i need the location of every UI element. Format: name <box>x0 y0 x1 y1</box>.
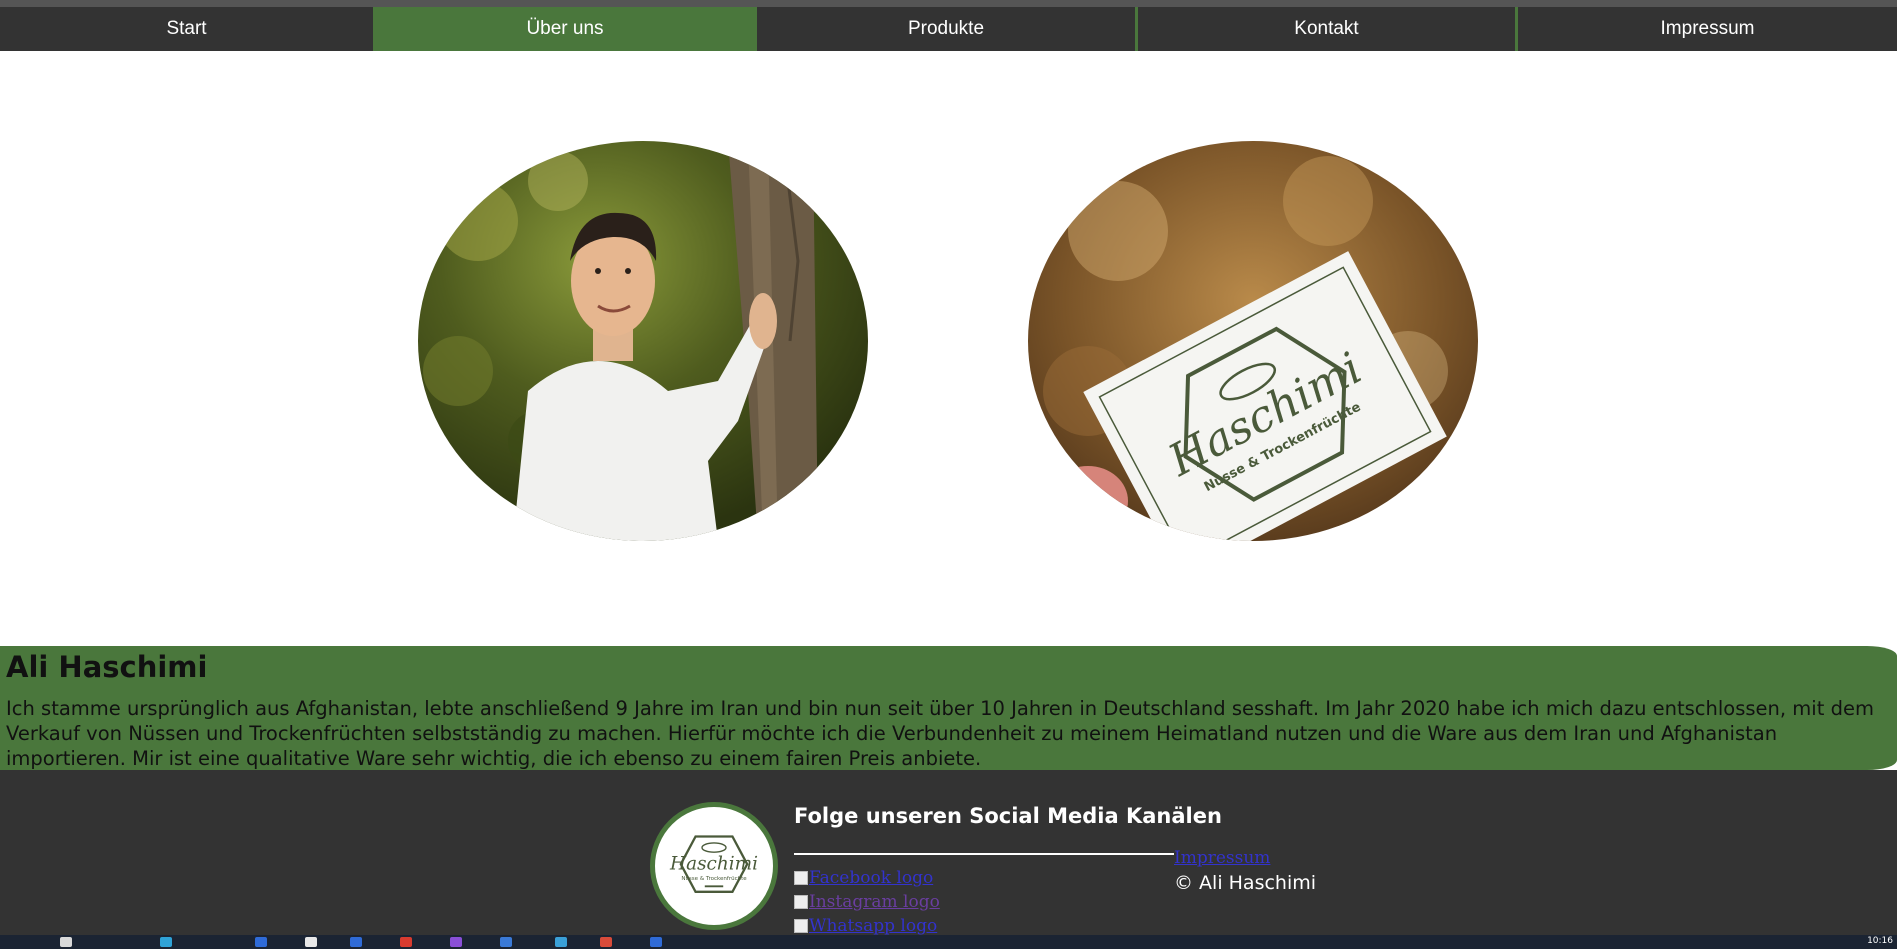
about-section: Ali Haschimi Ich stamme ursprünglich aus… <box>0 646 1897 770</box>
nav-item-produkte[interactable]: Produkte <box>757 7 1135 51</box>
business-card-photo: Haschimi Nüsse & Trockenfrüchte <box>1028 141 1478 541</box>
nav-item-kontakt[interactable]: Kontakt <box>1135 7 1515 51</box>
main-navigation: Start Über uns Produkte Kontakt Impressu… <box>0 7 1897 51</box>
whatsapp-link-row: Whatsapp logo <box>794 916 937 936</box>
instagram-link[interactable]: Instagram logo <box>809 892 940 912</box>
broken-image-icon <box>794 919 808 933</box>
browser-top-edge <box>0 0 1897 7</box>
broken-image-icon <box>794 895 808 909</box>
copyright-text: © Ali Haschimi <box>1174 872 1317 894</box>
broken-image-icon <box>794 871 808 885</box>
logo-brand-text: Haschimi <box>669 854 758 875</box>
nav-item-impressum[interactable]: Impressum <box>1515 7 1897 51</box>
facebook-link-row: Facebook logo <box>794 868 933 888</box>
app-icon[interactable] <box>305 937 317 947</box>
app-icon[interactable] <box>450 937 462 947</box>
app-icon[interactable] <box>600 937 612 947</box>
whatsapp-link[interactable]: Whatsapp logo <box>809 916 937 936</box>
about-heading: Ali Haschimi <box>6 650 208 684</box>
facebook-link[interactable]: Facebook logo <box>809 868 933 888</box>
app-icon[interactable] <box>500 937 512 947</box>
footer: Haschimi Nüsse & Trockenfrüchte Folge un… <box>0 770 1897 936</box>
os-taskbar: 10:16 <box>0 935 1897 949</box>
portrait-photo <box>418 141 868 541</box>
search-icon[interactable] <box>60 937 72 947</box>
social-heading: Folge unseren Social Media Kanälen <box>794 804 1222 828</box>
app-icon[interactable] <box>255 937 267 947</box>
app-icon[interactable] <box>650 937 662 947</box>
app-icon[interactable] <box>555 937 567 947</box>
haschimi-logo: Haschimi Nüsse & Trockenfrüchte <box>650 802 778 930</box>
footer-divider <box>794 853 1174 855</box>
app-icon[interactable] <box>160 937 172 947</box>
logo-tagline-text: Nüsse & Trockenfrüchte <box>681 876 747 882</box>
about-text: Ich stamme ursprünglich aus Afghanistan,… <box>6 697 1874 770</box>
browser-icon[interactable] <box>400 937 412 947</box>
instagram-link-row: Instagram logo <box>794 892 940 912</box>
footer-impressum-link[interactable]: Impressum <box>1174 848 1270 868</box>
nav-item-start[interactable]: Start <box>0 7 373 51</box>
nav-item-ueber-uns[interactable]: Über uns <box>373 7 757 51</box>
app-icon[interactable] <box>350 937 362 947</box>
taskbar-clock[interactable]: 10:16 <box>1867 936 1893 946</box>
